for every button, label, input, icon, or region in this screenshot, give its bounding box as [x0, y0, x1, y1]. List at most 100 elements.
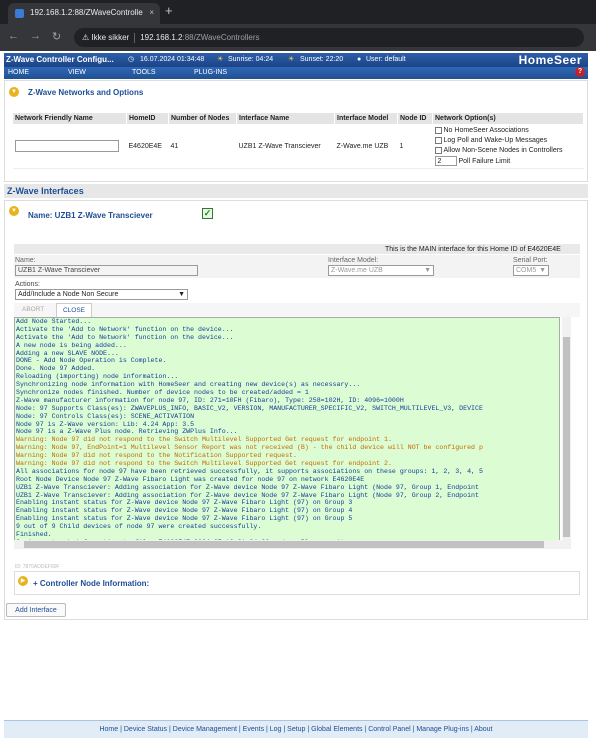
log-line: Reloading (importing) node information..…: [16, 373, 179, 381]
option-no-associations[interactable]: No HomeSeer Associations: [434, 126, 582, 136]
log-line: Activate the 'Add to Network' function o…: [16, 333, 234, 341]
friendly-name-cell: [12, 124, 127, 169]
browser-tab[interactable]: 192.168.1.2:88/ZWaveControlle ×: [8, 3, 160, 24]
action-value: Add/Include a Node Non Secure: [18, 291, 119, 298]
log-line: Node: 97 Supports Class(es): ZWAVEPLUS_I…: [16, 404, 483, 412]
controller-info-title[interactable]: + Controller Node Information:: [33, 579, 149, 588]
page-title: Z-Wave Controller Configu...: [6, 55, 114, 64]
scrollbar-thumb[interactable]: [563, 337, 570, 537]
log-line: Warning: Node 97 did not respond to the …: [16, 460, 392, 468]
back-icon[interactable]: ←: [8, 30, 19, 42]
interfaces-section-title: Z-Wave Interfaces: [4, 184, 588, 198]
model-label: Interface Model:: [328, 257, 379, 264]
sunset-icon: ☀: [288, 56, 295, 63]
close-button[interactable]: CLOSE: [56, 303, 92, 317]
log-line: Done. Node 97 Added.: [16, 365, 96, 373]
nodes-cell: 41: [168, 124, 237, 169]
col-interface-model: Interface Model: [334, 112, 398, 125]
footer-links[interactable]: Home | Device Status | Device Management…: [4, 720, 588, 738]
log-line: Adding a new SLAVE NODE...: [16, 349, 119, 357]
log-horizontal-scrollbar[interactable]: [14, 540, 562, 549]
col-nodes: Number of Nodes: [168, 112, 237, 125]
log-line: UZB1 Z-Wave Transciever: Adding associat…: [16, 491, 479, 499]
log-line: Synchronizing node information with Home…: [16, 381, 361, 389]
url-host: 192.168.1.2: [140, 33, 183, 42]
node-id-cell: 1: [397, 124, 433, 169]
favicon-icon: [15, 9, 24, 18]
url-field[interactable]: ⚠ Ikke sikker 192.168.1.2:88/ZWaveControl…: [74, 28, 584, 47]
col-interface-name: Interface Name: [236, 112, 335, 125]
user: User: default: [366, 56, 406, 63]
log-line: Z-Wave manufacturer information for node…: [16, 396, 404, 404]
checkbox[interactable]: [434, 136, 442, 144]
log-line: Enabling instant status for Z-Wave devic…: [16, 499, 353, 507]
log-line: A new node is being added...: [16, 341, 127, 349]
log-line: Enabling instant status for Z-Wave devic…: [16, 507, 353, 515]
option-label: No HomeSeer Associations: [443, 127, 529, 134]
add-interface-button[interactable]: Add Interface: [6, 603, 66, 617]
log-line: Add Node Started...: [16, 318, 92, 325]
actions-label: Actions:: [15, 281, 40, 288]
log-line: Warning: Node 97 did not respond to the …: [16, 436, 392, 444]
interface-name-title[interactable]: Name: UZB1 Z-Wave Transciever: [28, 211, 153, 220]
col-node-id: Node ID: [397, 112, 433, 125]
menu-view[interactable]: VIEW: [68, 67, 86, 79]
networks-table: Network Friendly Name HomeID Number of N…: [12, 112, 584, 169]
log-line: Node 97 is Z-Wave version: Lib: 4.24 App…: [16, 420, 195, 428]
log-line: DONE - Add Node Operation is Complete.: [16, 357, 167, 365]
progress-log[interactable]: Add Node Started... Activate the 'Add to …: [14, 317, 560, 549]
interface-name-cell: UZB1 Z-Wave Transciever: [236, 124, 335, 169]
checkbox[interactable]: [434, 126, 442, 134]
new-tab-button[interactable]: +: [165, 3, 173, 18]
url-path: :88/ZWaveControllers: [182, 33, 260, 42]
collapse-interface-icon[interactable]: ▼: [9, 206, 19, 216]
poll-failure-label: Poll Failure Limit: [458, 157, 511, 165]
name-field[interactable]: UZB1 Z-Wave Transciever: [15, 265, 198, 276]
log-line: Enabling instant status for Z-Wave devic…: [16, 515, 353, 523]
log-vertical-scrollbar[interactable]: [562, 317, 571, 549]
networks-title[interactable]: Z-Wave Networks and Options: [28, 88, 143, 97]
table-row: E4620E4E 41 UZB1 Z-Wave Transciever Z-Wa…: [12, 124, 584, 169]
forward-icon[interactable]: →: [30, 30, 41, 42]
enabled-checkbox[interactable]: ✓: [202, 208, 213, 219]
serial-select[interactable]: COM5 ▼: [513, 265, 549, 276]
homeid-cell: E4620E4E: [126, 124, 169, 169]
chevron-down-icon: ▼: [178, 291, 185, 298]
scrollbar-thumb[interactable]: [24, 541, 544, 548]
log-line: Activate the 'Add to Network' function o…: [16, 325, 234, 333]
help-icon[interactable]: ?: [575, 67, 585, 77]
close-tab-icon[interactable]: ×: [149, 3, 154, 23]
table-header-row: Network Friendly Name HomeID Number of N…: [12, 112, 584, 125]
network-options-cell: No HomeSeer Associations Log Poll and Wa…: [432, 124, 584, 169]
sun-icon: ☀: [217, 56, 224, 63]
address-bar: ← → ↻ ⚠ Ikke sikker 192.168.1.2:88/ZWaveC…: [0, 24, 596, 51]
security-label[interactable]: Ikke sikker: [91, 33, 129, 42]
menu-tools[interactable]: TOOLS: [132, 67, 156, 79]
interface-model-cell: Z-Wave.me UZB: [334, 124, 398, 169]
log-line: Node 97 is a Z-Wave Plus node. Retrievin…: [16, 428, 238, 436]
serial-value: COM5: [516, 267, 537, 274]
expand-controller-info-icon[interactable]: ▶: [18, 576, 28, 586]
friendly-name-input[interactable]: [14, 140, 119, 153]
abort-button[interactable]: ABORT: [22, 306, 44, 313]
poll-failure-input[interactable]: 2: [434, 156, 457, 166]
interface-id: ID: 7870ADDEF60F: [15, 564, 60, 570]
reload-icon[interactable]: ↻: [52, 30, 61, 43]
option-log-poll[interactable]: Log Poll and Wake-Up Messages: [434, 136, 582, 146]
collapse-networks-icon[interactable]: ▼: [9, 87, 19, 97]
chevron-down-icon: ▼: [539, 267, 546, 274]
col-friendly-name: Network Friendly Name: [12, 112, 127, 125]
menu-home[interactable]: HOME: [8, 67, 29, 79]
col-homeid: HomeID: [126, 112, 169, 125]
browser-tab-bar: 192.168.1.2:88/ZWaveControlle × +: [0, 0, 596, 24]
model-select[interactable]: Z-Wave.me UZB ▼: [328, 265, 434, 276]
clock-icon: ◷: [128, 56, 135, 63]
option-allow-nonscene[interactable]: Allow Non-Scene Nodes in Controllers: [434, 146, 582, 156]
actions-select[interactable]: Add/Include a Node Non Secure ▼: [15, 289, 188, 300]
checkbox[interactable]: [434, 146, 442, 154]
homeseer-header: Z-Wave Controller Configu... ◷ 16.07.202…: [4, 53, 588, 67]
menu-plugins[interactable]: PLUG-INS: [194, 67, 227, 79]
model-value: Z-Wave.me UZB: [331, 267, 383, 274]
log-line: Node: 97 Controls Class(es): SCENE_ACTIV…: [16, 412, 195, 420]
datetime: 16.07.2024 01:34:48: [140, 56, 205, 63]
